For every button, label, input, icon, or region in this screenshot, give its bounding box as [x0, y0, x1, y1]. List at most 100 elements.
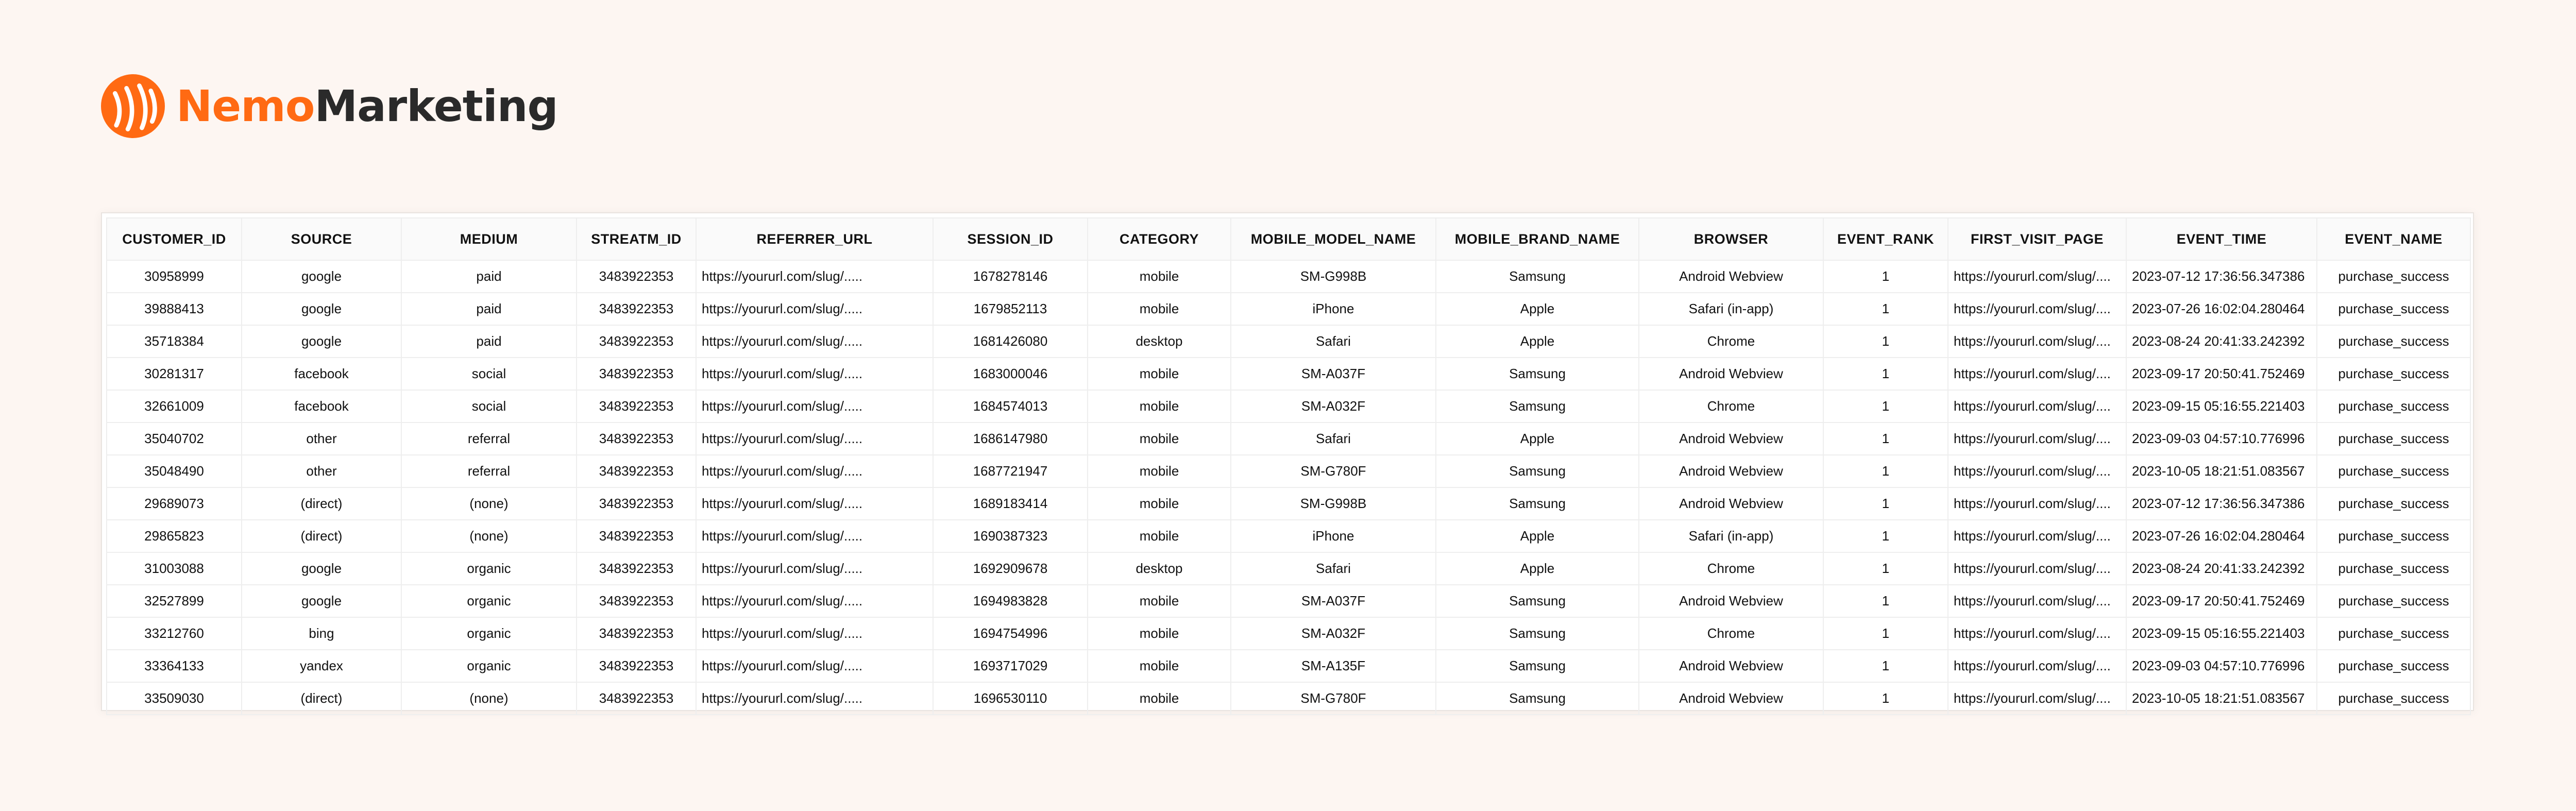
table-cell-event-name: purchase_success	[2316, 454, 2471, 488]
column-header-browser[interactable]: BROWSER	[1638, 217, 1824, 261]
table-row[interactable]: 29865823 (direct) (none) 3483922353 https://…	[106, 519, 2471, 553]
table-cell-browser: Chrome	[1638, 617, 1824, 650]
table-cell-referrer-url: https://yoururl.com/slug/.....	[696, 487, 934, 520]
table-cell-customer-id: 39888413	[106, 292, 242, 326]
table-row[interactable]: 30958999 google paid 3483922353 https://your…	[106, 260, 2471, 293]
column-header-event-name[interactable]: EVENT_NAME	[2316, 217, 2471, 261]
table-cell-first-visit-page: https://yoururl.com/slug/....	[1947, 454, 2127, 488]
table-cell-event-name: purchase_success	[2316, 325, 2471, 358]
table-row[interactable]: 33212760 bing organic 3483922353 https://you…	[106, 617, 2471, 650]
table-cell-source: google	[241, 260, 402, 293]
table-cell-session-id: 1694754996	[933, 617, 1088, 650]
table-cell-customer-id: 35048490	[106, 454, 242, 488]
table-cell-browser: Android Webview	[1638, 584, 1824, 618]
table-cell-session-id: 1694983828	[933, 584, 1088, 618]
table-cell-medium: referral	[401, 422, 577, 455]
table-cell-event-time: 2023-09-03 04:57:10.776996	[2126, 649, 2317, 683]
column-header-category[interactable]: CATEGORY	[1087, 217, 1231, 261]
table-cell-customer-id: 29865823	[106, 519, 242, 553]
table-row[interactable]: 35040702 other referral 3483922353 https://y…	[106, 422, 2471, 455]
table-cell-event-time: 2023-07-26 16:02:04.280464	[2126, 292, 2317, 326]
table-cell-browser: Chrome	[1638, 325, 1824, 358]
table-cell-medium: referral	[401, 454, 577, 488]
table-cell-source: (direct)	[241, 519, 402, 553]
table-cell-mobile-model-name: SM-A037F	[1230, 584, 1436, 618]
table-cell-browser: Safari (in-app)	[1638, 519, 1824, 553]
table-cell-medium: (none)	[401, 682, 577, 715]
column-header-mobile-model-name[interactable]: MOBILE_MODEL_NAME	[1230, 217, 1436, 261]
table-cell-medium: social	[401, 357, 577, 391]
table-cell-first-visit-page: https://yoururl.com/slug/....	[1947, 422, 2127, 455]
table-cell-event-name: purchase_success	[2316, 422, 2471, 455]
table-cell-mobile-model-name: SM-G780F	[1230, 682, 1436, 715]
table-cell-event-rank: 1	[1823, 649, 1948, 683]
table-cell-event-time: 2023-09-17 20:50:41.752469	[2126, 584, 2317, 618]
table-cell-event-time: 2023-09-17 20:50:41.752469	[2126, 357, 2317, 391]
table-cell-session-id: 1683000046	[933, 357, 1088, 391]
table-row[interactable]: 32661009 facebook social 3483922353 https://…	[106, 390, 2471, 423]
column-header-event-rank[interactable]: EVENT_RANK	[1823, 217, 1948, 261]
column-header-session-id[interactable]: SESSION_ID	[933, 217, 1088, 261]
column-header-streatm-id[interactable]: STREATM_ID	[576, 217, 697, 261]
column-header-source[interactable]: SOURCE	[241, 217, 402, 261]
table-cell-browser: Android Webview	[1638, 682, 1824, 715]
column-header-medium[interactable]: MEDIUM	[401, 217, 577, 261]
table-cell-event-name: purchase_success	[2316, 357, 2471, 391]
table-cell-event-rank: 1	[1823, 292, 1948, 326]
table-cell-browser: Android Webview	[1638, 649, 1824, 683]
table-cell-medium: paid	[401, 260, 577, 293]
table-cell-browser: Android Webview	[1638, 357, 1824, 391]
table-row[interactable]: 35048490 other referral 3483922353 https://y…	[106, 454, 2471, 488]
table-row[interactable]: 33509030 (direct) (none) 3483922353 https://…	[106, 682, 2471, 715]
table-cell-category: mobile	[1087, 649, 1231, 683]
table-row[interactable]: 31003088 google organic 3483922353 https://y…	[106, 552, 2471, 585]
table-cell-mobile-brand-name: Samsung	[1435, 649, 1639, 683]
table-cell-referrer-url: https://yoururl.com/slug/.....	[696, 260, 934, 293]
table-cell-first-visit-page: https://yoururl.com/slug/....	[1947, 390, 2127, 423]
table-cell-browser: Chrome	[1638, 390, 1824, 423]
table-row[interactable]: 32527899 google organic 3483922353 https://y…	[106, 584, 2471, 618]
table-cell-medium: organic	[401, 552, 577, 585]
table-cell-mobile-brand-name: Apple	[1435, 519, 1639, 553]
table-row[interactable]: 39888413 google paid 3483922353 https://your…	[106, 292, 2471, 326]
table-cell-browser: Android Webview	[1638, 422, 1824, 455]
table-cell-first-visit-page: https://yoururl.com/slug/....	[1947, 552, 2127, 585]
table-cell-customer-id: 32527899	[106, 584, 242, 618]
table-cell-category: mobile	[1087, 390, 1231, 423]
table-cell-source: facebook	[241, 357, 402, 391]
table-cell-streatm-id: 3483922353	[576, 422, 697, 455]
column-header-referrer-url[interactable]: REFERRER_URL	[696, 217, 934, 261]
table-row[interactable]: 33364133 yandex organic 3483922353 https://y…	[106, 649, 2471, 683]
table-cell-mobile-model-name: SM-A032F	[1230, 617, 1436, 650]
table-cell-category: mobile	[1087, 584, 1231, 618]
table-cell-category: desktop	[1087, 552, 1231, 585]
table-row[interactable]: 35718384 google paid 3483922353 https://your…	[106, 325, 2471, 358]
table-cell-referrer-url: https://yoururl.com/slug/.....	[696, 617, 934, 650]
column-header-event-time[interactable]: EVENT_TIME	[2126, 217, 2317, 261]
table-cell-event-time: 2023-10-05 18:21:51.083567	[2126, 682, 2317, 715]
table-cell-event-name: purchase_success	[2316, 390, 2471, 423]
table-row[interactable]: 30281317 facebook social 3483922353 https://…	[106, 357, 2471, 391]
table-cell-first-visit-page: https://yoururl.com/slug/....	[1947, 357, 2127, 391]
table-cell-customer-id: 33509030	[106, 682, 242, 715]
table-cell-first-visit-page: https://yoururl.com/slug/....	[1947, 584, 2127, 618]
table-cell-streatm-id: 3483922353	[576, 682, 697, 715]
nemo-logo-icon	[101, 74, 165, 138]
brand-name-part1: Nemo	[176, 81, 315, 131]
table-cell-category: mobile	[1087, 682, 1231, 715]
table-cell-category: mobile	[1087, 260, 1231, 293]
table-row[interactable]: 29689073 (direct) (none) 3483922353 https://…	[106, 487, 2471, 520]
data-table-card: CUSTOMER_ID SOURCE MEDIUM STREATM_ID REFERRE…	[101, 212, 2474, 715]
table-header-row: CUSTOMER_ID SOURCE MEDIUM STREATM_ID REFERRE…	[106, 217, 2471, 261]
table-cell-browser: Android Webview	[1638, 454, 1824, 488]
table-cell-event-rank: 1	[1823, 260, 1948, 293]
table-cell-source: (direct)	[241, 682, 402, 715]
table-cell-referrer-url: https://yoururl.com/slug/.....	[696, 357, 934, 391]
table-cell-first-visit-page: https://yoururl.com/slug/....	[1947, 487, 2127, 520]
data-table: CUSTOMER_ID SOURCE MEDIUM STREATM_ID REFERRE…	[106, 217, 2471, 715]
table-cell-source: yandex	[241, 649, 402, 683]
column-header-first-visit-page[interactable]: FIRST_VISIT_PAGE	[1947, 217, 2127, 261]
column-header-customer-id[interactable]: CUSTOMER_ID	[106, 217, 242, 261]
column-header-mobile-brand-name[interactable]: MOBILE_BRAND_NAME	[1435, 217, 1639, 261]
table-cell-event-name: purchase_success	[2316, 649, 2471, 683]
